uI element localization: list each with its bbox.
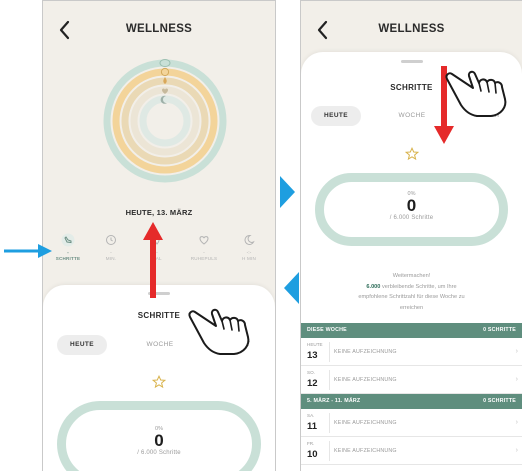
tab-week[interactable]: WOCHE bbox=[135, 335, 185, 355]
list-item[interactable]: SO. 12 KEINE AUFZEICHNUNG › bbox=[301, 366, 522, 394]
steps-goal: / 6.000 Schritte bbox=[389, 215, 434, 221]
steps-count: 0 bbox=[406, 196, 417, 215]
list-item[interactable]: HEUTE 13 KEINE AUFZEICHNUNG › bbox=[301, 338, 522, 366]
row-divider bbox=[329, 413, 330, 433]
page-title: WELLNESS bbox=[378, 23, 445, 35]
star-icon[interactable] bbox=[404, 147, 419, 161]
ring-steps bbox=[139, 95, 191, 147]
chevron-right-icon: › bbox=[515, 447, 518, 454]
chevron-right-icon: › bbox=[515, 376, 518, 383]
moon-icon bbox=[244, 234, 255, 245]
motivation-text: Weitermachen! 6.000 verbleibende Schritt… bbox=[313, 271, 510, 313]
steps-goal: / 6.000 Schritte bbox=[137, 450, 181, 456]
steps-count: 0 bbox=[154, 431, 164, 450]
section-total: 0 SCHRITTE bbox=[483, 398, 516, 404]
steps-progress-pill: 0% 0 / 6.000 Schritte bbox=[315, 173, 508, 246]
tab-week[interactable]: WOCHE bbox=[387, 106, 437, 126]
row-date: 13 bbox=[307, 350, 318, 361]
next-step-arrow-icon bbox=[280, 176, 295, 208]
row-status: KEINE AUFZEICHNUNG bbox=[334, 349, 397, 355]
row-status: KEINE AUFZEICHNUNG bbox=[334, 420, 397, 426]
row-status: KEINE AUFZEICHNUNG bbox=[334, 448, 397, 454]
star-icon[interactable] bbox=[152, 375, 166, 389]
tab-today[interactable]: HEUTE bbox=[311, 106, 361, 126]
chevron-right-icon: › bbox=[515, 419, 518, 426]
metric-minutes-label: MIN. bbox=[105, 256, 117, 261]
section-total: 0 SCHRITTE bbox=[483, 327, 516, 333]
tab-today[interactable]: HEUTE bbox=[57, 335, 107, 355]
row-date: 11 bbox=[307, 421, 318, 432]
row-date: 12 bbox=[307, 378, 318, 389]
list-item[interactable]: FR. 10 KEINE AUFZEICHNUNG › bbox=[301, 437, 522, 465]
section-title: DIESE WOCHE bbox=[307, 327, 347, 333]
previous-step-arrow-icon bbox=[284, 272, 299, 304]
row-divider bbox=[329, 441, 330, 461]
motivation-heading: Weitermachen! bbox=[392, 273, 431, 279]
pointer-arrow-icon bbox=[4, 244, 52, 258]
section-header-this-week: DIESE WOCHE 0 SCHRITTE bbox=[301, 323, 522, 338]
metric-sleep[interactable]: -:- H MIN bbox=[227, 233, 271, 261]
row-day: FR. bbox=[307, 441, 315, 446]
sheet-drag-handle[interactable] bbox=[400, 60, 423, 63]
metric-resting-pulse-label: RUHEPULS bbox=[190, 256, 218, 261]
clock-icon bbox=[106, 235, 116, 245]
metric-minutes[interactable]: - MIN. bbox=[89, 233, 133, 261]
top-bar: WELLNESS bbox=[301, 1, 522, 59]
row-day: HEUTE bbox=[307, 342, 323, 347]
motivation-line-1: verbleibende Schritte, um Ihre bbox=[380, 283, 457, 290]
motivation-line-2: empfohlene Schrittzahl für diese Woche z… bbox=[358, 294, 465, 300]
top-bar: WELLNESS bbox=[43, 1, 275, 59]
row-day: SO. bbox=[307, 370, 315, 375]
pointing-hand-icon bbox=[188, 308, 250, 355]
page-title: WELLNESS bbox=[125, 23, 193, 35]
row-status: KEINE AUFZEICHNUNG bbox=[334, 377, 397, 383]
heart-icon bbox=[199, 236, 209, 245]
row-date: 10 bbox=[307, 449, 318, 460]
row-divider bbox=[329, 370, 330, 390]
swipe-up-arrow-icon bbox=[143, 222, 163, 298]
motivation-line-3: erreichen bbox=[399, 304, 424, 311]
steps-progress-pill: 0% 0 / 6.000 Schritte bbox=[57, 401, 261, 471]
date-label: HEUTE, 13. MÄRZ bbox=[125, 208, 193, 217]
ring-clock-icon bbox=[160, 67, 170, 77]
metric-sleep-label: H MIN bbox=[241, 256, 256, 261]
section-title: 5. MÄRZ - 11. MÄRZ bbox=[307, 398, 361, 404]
row-day: SA. bbox=[307, 413, 315, 418]
row-divider bbox=[329, 342, 330, 362]
metric-resting-pulse[interactable]: - RUHEPULS bbox=[182, 233, 226, 261]
section-header-previous-week: 5. MÄRZ - 11. MÄRZ 0 SCHRITTE bbox=[301, 394, 522, 409]
shoe-icon bbox=[61, 233, 75, 247]
activity-rings[interactable] bbox=[101, 57, 229, 185]
remaining-steps-highlight: 6.000 bbox=[366, 283, 381, 290]
ring-shoe-icon bbox=[159, 59, 171, 67]
pointing-hand-icon bbox=[445, 70, 507, 117]
chevron-right-icon: › bbox=[515, 348, 518, 355]
list-item[interactable]: SA. 11 KEINE AUFZEICHNUNG › bbox=[301, 409, 522, 437]
